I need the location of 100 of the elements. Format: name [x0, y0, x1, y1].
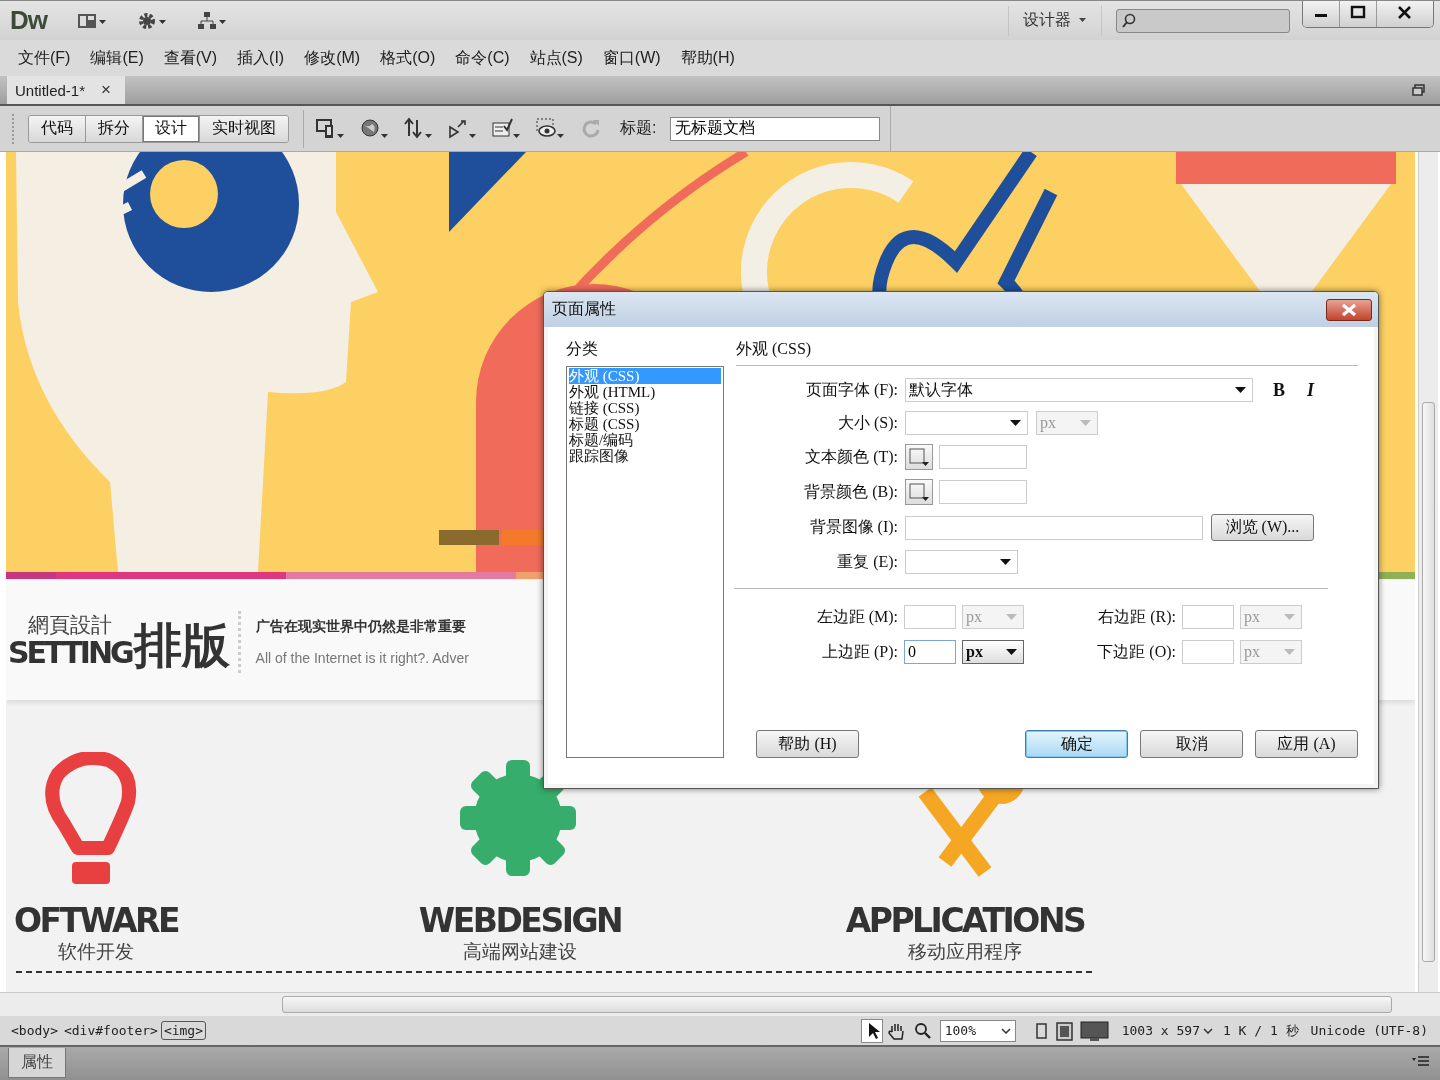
caret-icon: [1202, 1027, 1213, 1034]
caret-icon: [1000, 1027, 1011, 1034]
service-title: WEBDESIGN: [418, 904, 622, 937]
logo-wordmark: SETTING: [7, 635, 132, 670]
field-label: 页面字体 (F):: [805, 379, 898, 401]
service-subtitle: 移动应用程序: [908, 940, 1022, 964]
service-subtitle: 高端网站建设: [463, 940, 577, 964]
dialog-button[interactable]: 帮助 (H): [756, 730, 859, 758]
close-icon[interactable]: [1326, 298, 1372, 321]
field-label: 上边距 (P):: [821, 641, 898, 663]
workspace-switcher[interactable]: 设计器: [1008, 5, 1102, 36]
menu-item[interactable]: 命令(C): [445, 47, 520, 69]
caret-icon: [1235, 387, 1246, 393]
title-field[interactable]: 无标题文档: [670, 116, 881, 141]
menu-item[interactable]: 格式(O): [370, 47, 446, 69]
view-mode-button[interactable]: 代码: [29, 115, 86, 142]
menu-item[interactable]: 站点(S): [519, 47, 593, 69]
logo-chinese-title: 排版: [133, 622, 230, 670]
menu-item[interactable]: 帮助(H): [670, 47, 745, 69]
tag-selector-item[interactable]: <body>: [8, 1021, 61, 1040]
image-path-field[interactable]: [905, 515, 1203, 540]
vertical-scrollbar[interactable]: [1418, 152, 1438, 992]
eye-icon[interactable]: [536, 116, 566, 141]
dialog-button[interactable]: 应用 (A): [1255, 730, 1358, 758]
field-label: 背景图像 (I):: [808, 517, 898, 537]
menu-item[interactable]: 查看(V): [153, 47, 228, 69]
margin-field[interactable]: [1182, 605, 1234, 629]
service-subtitle: 软件开发: [58, 940, 134, 964]
field-label: 背景颜色 (B):: [803, 481, 898, 503]
color-field[interactable]: [939, 445, 1027, 469]
checklist-icon[interactable]: [492, 116, 522, 141]
margin-field[interactable]: 0: [904, 640, 956, 664]
service-title: OFTWARE: [14, 904, 178, 937]
menu-item[interactable]: 编辑(E): [80, 47, 154, 69]
field-label: 重复 (E):: [836, 551, 898, 573]
font-dropdown[interactable]: 默认字体: [905, 378, 1253, 402]
margin-field[interactable]: [904, 605, 956, 629]
field-label: 文本颜色 (T):: [804, 446, 898, 468]
italic-button[interactable]: I: [1307, 379, 1315, 401]
category-item[interactable]: 外观 (HTML): [569, 384, 721, 400]
dialog-title: 页面属性: [552, 299, 616, 319]
menu-item[interactable]: 窗口(W): [592, 47, 671, 69]
caret-icon: [1000, 559, 1011, 565]
globe-icon[interactable]: [360, 116, 390, 141]
search-field[interactable]: [1116, 8, 1290, 33]
category-item[interactable]: 跟踪图像: [569, 448, 721, 464]
document-tab[interactable]: Untitled-1* ×: [7, 76, 125, 104]
window-size-dropdown[interactable]: 1003 x 597: [1121, 1023, 1213, 1038]
caret-icon: [1080, 420, 1091, 426]
tag-selector-item[interactable]: <div#footer>: [60, 1021, 161, 1040]
tagline: 广告在现实世界中仍然是非常重要: [255, 618, 467, 636]
menu-item[interactable]: 修改(M): [294, 47, 371, 69]
view-mode-button[interactable]: 设计: [143, 115, 200, 142]
view-mode-button[interactable]: 拆分: [86, 115, 143, 142]
color-picker-button[interactable]: [905, 444, 933, 470]
close-icon[interactable]: [1377, 1, 1433, 27]
maximize-icon[interactable]: [1340, 1, 1377, 27]
tab-title: Untitled-1*: [15, 81, 86, 99]
caret-icon: [1006, 649, 1017, 655]
browse-button[interactable]: 浏览 (W)...: [1211, 514, 1314, 541]
field-label: 大小 (S):: [837, 412, 898, 434]
minimize-icon[interactable]: [1303, 1, 1340, 27]
panel-menu-icon[interactable]: [1412, 1055, 1430, 1067]
field-label: 左边距 (M):: [815, 606, 898, 628]
caret-icon: [1010, 420, 1021, 426]
category-item[interactable]: 标题/编码: [569, 432, 721, 448]
search-icon: [1121, 12, 1137, 29]
field-label: 右边距 (R):: [1097, 606, 1176, 628]
encoding-text: Unicode (UTF-8): [1310, 1023, 1428, 1038]
up-down-arrows-icon[interactable]: [404, 116, 434, 141]
dialog-button[interactable]: 确定: [1025, 730, 1128, 758]
multiscreen-icon[interactable]: [316, 116, 346, 141]
menu-item[interactable]: 文件(F): [8, 47, 81, 69]
intro-text: All of the Internet is it right?. Adver: [255, 650, 469, 666]
category-item[interactable]: 标题 (CSS): [569, 416, 721, 432]
color-picker-button[interactable]: [905, 479, 933, 505]
title-label: 标题:: [620, 118, 657, 138]
bold-button[interactable]: B: [1273, 379, 1285, 401]
dialog-button[interactable]: 取消: [1140, 730, 1243, 758]
category-label: 分类: [566, 339, 599, 359]
service-title: APPLICATIONS: [845, 904, 1085, 937]
field-label: 下边距 (O):: [1096, 641, 1176, 663]
margin-field[interactable]: [1182, 640, 1234, 664]
pointer-icon[interactable]: [861, 1019, 882, 1042]
tag-selector-item[interactable]: <img>: [160, 1021, 207, 1040]
desktop-size-icon[interactable]: [1077, 1019, 1112, 1042]
zoom-dropdown[interactable]: 100%: [939, 1019, 1016, 1042]
caret-icon: [1006, 614, 1017, 620]
section-heading: 外观 (CSS): [736, 339, 1358, 366]
properties-panel-tab[interactable]: 属性: [8, 1048, 66, 1078]
restore-window-icon[interactable]: [1412, 84, 1426, 96]
tab-close-button[interactable]: ×: [101, 80, 111, 100]
gear-icon[interactable]: [137, 10, 169, 31]
site-structure-icon[interactable]: [197, 10, 229, 31]
unit-dropdown[interactable]: px: [962, 640, 1024, 664]
app-logo: Dw: [10, 5, 47, 36]
color-field[interactable]: [939, 480, 1027, 504]
view-mode-button[interactable]: 实时视图: [200, 115, 288, 142]
category-item[interactable]: 链接 (CSS): [569, 400, 721, 416]
menu-item[interactable]: 插入(I): [227, 47, 295, 69]
